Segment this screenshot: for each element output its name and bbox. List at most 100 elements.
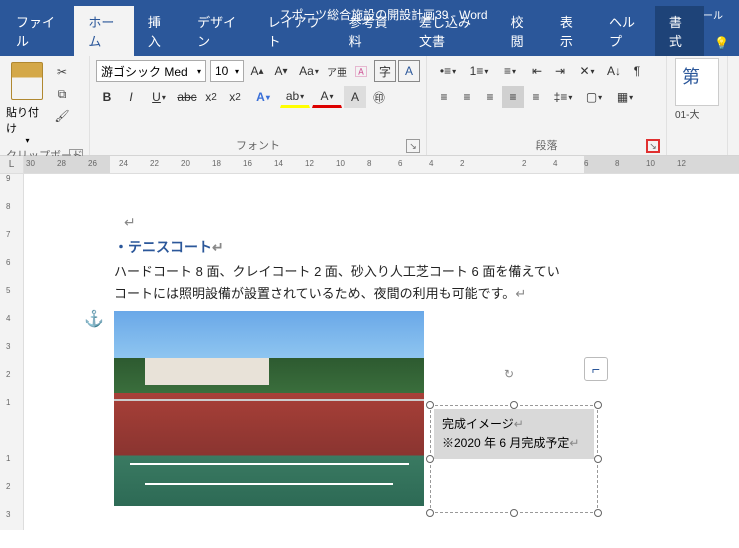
- numbering-icon[interactable]: 1≡▾: [464, 60, 494, 82]
- tab-references[interactable]: 参考資料: [335, 6, 405, 56]
- hruler-tick: 12: [677, 159, 686, 168]
- hruler-tick: 26: [88, 159, 97, 168]
- phonetic-guide-icon[interactable]: ア亜: [326, 60, 348, 82]
- anchor-icon[interactable]: ⚓: [84, 309, 104, 329]
- resize-handle[interactable]: [426, 509, 434, 517]
- resize-handle[interactable]: [594, 509, 602, 517]
- paste-button[interactable]: 貼り付け ▾: [6, 58, 48, 145]
- subscript-icon[interactable]: x2: [200, 86, 222, 108]
- font-size-select[interactable]: 10▾: [210, 60, 244, 82]
- clipboard-icon: [11, 62, 43, 100]
- clear-formatting-icon[interactable]: 🄰: [350, 60, 372, 82]
- character-border-icon[interactable]: A: [398, 60, 420, 82]
- ruler-corner[interactable]: L: [0, 156, 23, 174]
- tab-view[interactable]: 表示: [546, 6, 595, 56]
- paragraph-launcher[interactable]: ↘: [646, 139, 660, 153]
- horizontal-ruler[interactable]: 3028262422201816141210864224681012: [24, 156, 739, 174]
- doc-body-line2: コートには照明設備が設置されているため、夜間の利用も可能です。: [114, 286, 515, 301]
- hruler-tick: 4: [429, 159, 433, 168]
- resize-handle[interactable]: [426, 401, 434, 409]
- layout-options-icon[interactable]: ⌐: [584, 357, 608, 381]
- vruler-tick: 6: [0, 258, 23, 267]
- copy-icon[interactable]: ⧉: [52, 84, 72, 104]
- decrease-indent-icon[interactable]: ⇤: [526, 60, 548, 82]
- hruler-tick: 10: [336, 159, 345, 168]
- superscript-icon[interactable]: x2: [224, 86, 246, 108]
- hruler-tick: 6: [398, 159, 402, 168]
- underline-icon[interactable]: U▾: [144, 86, 174, 108]
- tab-format[interactable]: 書式: [655, 6, 704, 56]
- hruler-tick: 8: [367, 159, 371, 168]
- hruler-tick: 8: [615, 159, 619, 168]
- vruler-tick: 5: [0, 286, 23, 295]
- resize-handle[interactable]: [594, 455, 602, 463]
- bold-icon[interactable]: B: [96, 86, 118, 108]
- vruler-tick: 3: [0, 342, 23, 351]
- enclose-characters-icon[interactable]: 字: [374, 60, 396, 82]
- vruler-tick: 1: [0, 454, 23, 463]
- hruler-tick: 24: [119, 159, 128, 168]
- enclose-icon[interactable]: ㊞: [368, 86, 390, 108]
- align-center-icon[interactable]: ≡: [456, 86, 478, 108]
- tab-review[interactable]: 校閲: [497, 6, 546, 56]
- hruler-tick: 18: [212, 159, 221, 168]
- tab-insert[interactable]: 挿入: [134, 6, 183, 56]
- tell-me-icon[interactable]: 💡: [704, 30, 739, 56]
- change-case-icon[interactable]: Aa▾: [294, 60, 324, 82]
- hruler-tick: 6: [584, 159, 588, 168]
- hruler-tick: 30: [26, 159, 35, 168]
- justify-icon[interactable]: ≡: [502, 86, 524, 108]
- hruler-tick: 2: [522, 159, 526, 168]
- show-marks-icon[interactable]: ¶: [626, 60, 648, 82]
- vertical-ruler[interactable]: 987654321123: [0, 174, 23, 548]
- font-name-select[interactable]: 游ゴシック Med▾: [96, 60, 206, 82]
- borders-icon[interactable]: ▦▾: [610, 86, 640, 108]
- character-shading-icon[interactable]: A: [344, 86, 366, 108]
- tab-layout[interactable]: レイアウト: [254, 6, 335, 56]
- tab-help[interactable]: ヘルプ: [595, 6, 655, 56]
- resize-handle[interactable]: [426, 455, 434, 463]
- hruler-tick: 2: [460, 159, 464, 168]
- tab-home[interactable]: ホーム: [74, 6, 134, 56]
- cut-icon[interactable]: ✂: [52, 62, 72, 82]
- distribute-icon[interactable]: ≡: [525, 86, 547, 108]
- tab-mailmerge[interactable]: 差し込み文書: [405, 6, 497, 56]
- strikethrough-icon[interactable]: abc: [176, 86, 198, 108]
- vruler-tick: 4: [0, 314, 23, 323]
- italic-icon[interactable]: I: [120, 86, 142, 108]
- resize-handle[interactable]: [510, 401, 518, 409]
- doc-heading: ・テニスコート: [114, 239, 212, 255]
- format-painter-icon[interactable]: 🖌: [52, 106, 72, 126]
- textbox-selected[interactable]: ⌐ ↻ 完成イメージ↵ ※2020 年 6 月完成予定↵: [434, 409, 594, 509]
- rotate-handle-icon[interactable]: ↻: [504, 367, 524, 387]
- sort-icon[interactable]: A↓: [603, 60, 625, 82]
- tab-file[interactable]: ファイル: [0, 6, 74, 56]
- style-name-1: 01-大: [675, 106, 719, 121]
- increase-indent-icon[interactable]: ⇥: [549, 60, 571, 82]
- vruler-tick: 8: [0, 202, 23, 211]
- align-left-icon[interactable]: ≡: [433, 86, 455, 108]
- hruler-tick: 28: [57, 159, 66, 168]
- style-item-1[interactable]: 第: [675, 58, 719, 106]
- multilevel-list-icon[interactable]: ≡▾: [495, 60, 525, 82]
- textbox-line2: ※2020 年 6 月完成予定: [442, 436, 569, 450]
- shrink-font-icon[interactable]: A▾: [270, 60, 292, 82]
- vruler-tick: 7: [0, 230, 23, 239]
- align-right-icon[interactable]: ≡: [479, 86, 501, 108]
- font-launcher[interactable]: ↘: [406, 139, 420, 153]
- resize-handle[interactable]: [594, 401, 602, 409]
- line-spacing-icon[interactable]: ‡≡▾: [548, 86, 578, 108]
- shading-icon[interactable]: ▢▾: [579, 86, 609, 108]
- font-color-icon[interactable]: A▾: [312, 86, 342, 108]
- hruler-tick: 22: [150, 159, 159, 168]
- resize-handle[interactable]: [510, 509, 518, 517]
- tennis-court-photo[interactable]: [114, 311, 424, 506]
- bullets-icon[interactable]: •≡▾: [433, 60, 463, 82]
- asian-layout-icon[interactable]: ✕▾: [572, 60, 602, 82]
- hruler-tick: 10: [646, 159, 655, 168]
- grow-font-icon[interactable]: A▴: [246, 60, 268, 82]
- text-effects-icon[interactable]: A▾: [248, 86, 278, 108]
- vruler-tick: 2: [0, 370, 23, 379]
- tab-design[interactable]: デザイン: [183, 6, 253, 56]
- highlight-icon[interactable]: ab▾: [280, 86, 310, 108]
